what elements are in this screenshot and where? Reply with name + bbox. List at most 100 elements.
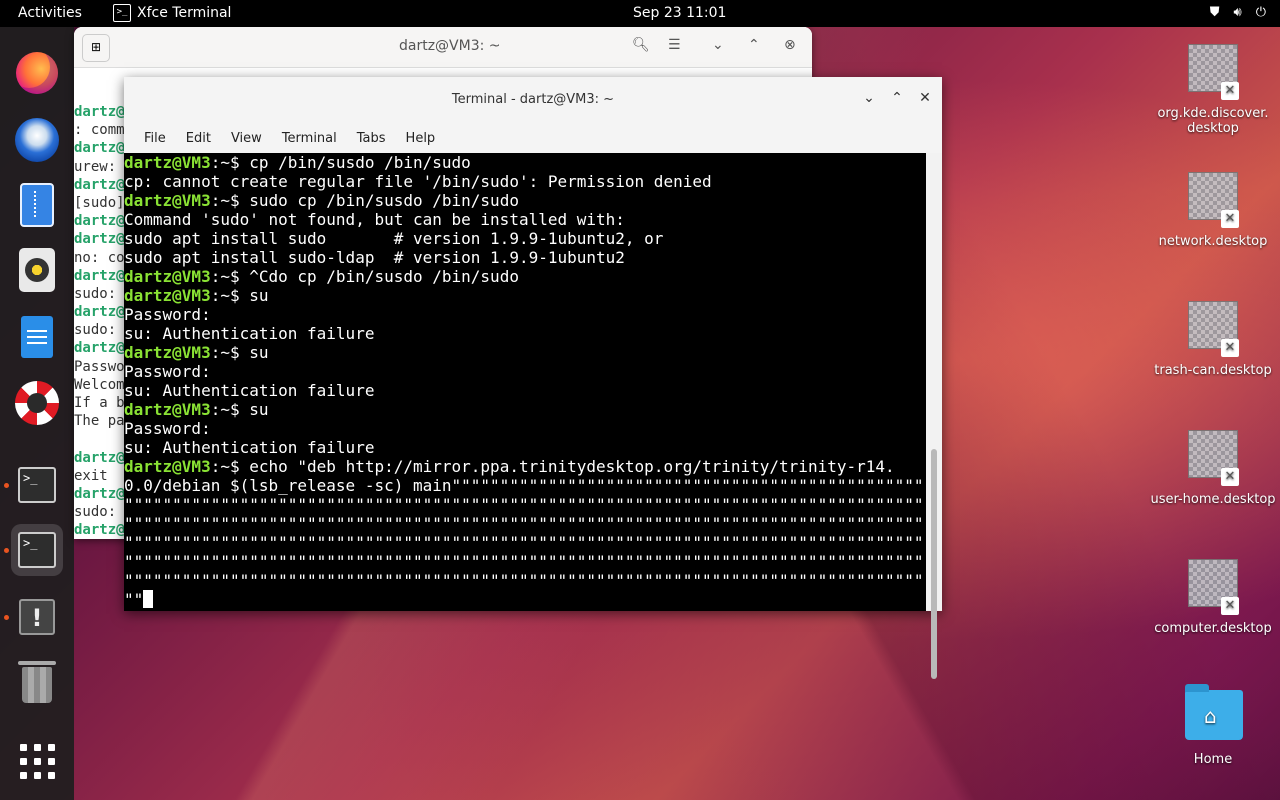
desktop-icon-computer[interactable]: ✕ computer.desktop	[1148, 555, 1278, 636]
terminal-line: cp: cannot create regular file '/bin/sud…	[124, 172, 926, 191]
desktop-icon-network[interactable]: ✕ network.desktop	[1148, 168, 1278, 249]
terminal-line: """"""""""""""""""""""""""""""""""""""""…	[124, 552, 926, 571]
prompt-user-host: dartz@	[74, 140, 125, 157]
menu-view[interactable]: View	[221, 131, 272, 146]
terminal-text: :~$ sudo cp /bin/susdo /bin/sudo	[210, 191, 519, 210]
scrollbar-thumb[interactable]	[931, 449, 937, 679]
desktop-icon-trash[interactable]: ✕ trash-can.desktop	[1148, 297, 1278, 378]
terminal-line: su: Authentication failure	[124, 324, 926, 343]
terminal-line: sudo apt install sudo-ldap # version 1.9…	[124, 248, 926, 267]
show-apps-button[interactable]	[11, 735, 63, 787]
terminal-text: su: Authentication failure	[124, 381, 375, 400]
dock-xfce-terminal[interactable]: >_	[11, 524, 63, 576]
new-tab-button[interactable]: ⊞	[82, 34, 110, 62]
scrollbar[interactable]	[926, 153, 942, 679]
system-tray[interactable]: ⛊ 🔊︎ ⏻	[1210, 5, 1266, 20]
activities-button[interactable]: Activities	[18, 5, 82, 21]
menu-edit[interactable]: Edit	[176, 131, 221, 146]
dock-terminal[interactable]: >_	[11, 459, 63, 511]
running-indicator	[4, 615, 9, 620]
terminal-line: ""	[124, 590, 926, 609]
dock-files[interactable]	[11, 179, 63, 231]
close-icon[interactable]: ⊗	[784, 37, 796, 53]
title-bar[interactable]: Terminal - dartz@VM3: ~ ⌄ ⌃ ✕	[124, 77, 942, 123]
dock-help[interactable]	[11, 377, 63, 429]
menu-tabs[interactable]: Tabs	[347, 131, 396, 146]
terminal-text: """"""""""""""""""""""""""""""""""""""""…	[124, 495, 926, 514]
terminal-text: ""	[124, 590, 144, 609]
maximize-button[interactable]: ⌃	[888, 90, 906, 106]
terminal-text: 0.0/debian $(lsb_release -sc) main""""""…	[124, 476, 926, 495]
desktop-icon-user-home[interactable]: ✕ user-home.desktop	[1148, 426, 1278, 507]
desktop-icon-home[interactable]: ⌂ Home	[1148, 684, 1278, 767]
terminal-text: su: Authentication failure	[124, 324, 375, 343]
minimize-button[interactable]: ⌄	[860, 90, 878, 106]
terminal-text: [sudo]	[74, 194, 125, 211]
header-bar: ⊞ dartz@VM3: ~ 🔍︎ ☰ ⌄ ⌃ ⊗	[74, 27, 812, 68]
prompt-user-host: dartz@	[74, 304, 125, 321]
prompt-user-host: dartz@VM3	[124, 286, 211, 305]
running-indicator	[4, 548, 9, 553]
untrusted-badge-icon: ✕	[1221, 597, 1239, 615]
search-icon[interactable]: 🔍︎	[632, 37, 650, 53]
prompt-user-host: dartz@	[74, 340, 125, 357]
xfce-terminal-window[interactable]: Terminal - dartz@VM3: ~ ⌄ ⌃ ✕ File Edit …	[124, 77, 942, 679]
volume-icon: 🔊︎	[1233, 5, 1242, 20]
top-bar: Activities >_ Xfce Terminal Sep 23 11:01…	[0, 0, 1280, 27]
terminal-line: su: Authentication failure	[124, 438, 926, 457]
terminal-line: Command 'sudo' not found, but can be ins…	[124, 210, 926, 229]
text-cursor	[143, 590, 154, 608]
terminal-text: If a b	[74, 395, 125, 411]
prompt-user-host: dartz@	[74, 231, 125, 248]
clock[interactable]: Sep 23 11:01	[633, 5, 726, 21]
terminal-text: """"""""""""""""""""""""""""""""""""""""…	[124, 552, 926, 571]
terminal-screen[interactable]: dartz@VM3:~$ cp /bin/susdo /bin/sudo cp: …	[124, 153, 926, 611]
dock-thunderbird[interactable]	[11, 114, 63, 166]
terminal-text: """"""""""""""""""""""""""""""""""""""""…	[124, 571, 926, 590]
terminal-line: """"""""""""""""""""""""""""""""""""""""…	[124, 514, 926, 533]
terminal-line: """"""""""""""""""""""""""""""""""""""""…	[124, 495, 926, 514]
terminal-line: Password:	[124, 362, 926, 381]
terminal-text: : comm	[74, 122, 125, 139]
menu-file[interactable]: File	[134, 131, 176, 146]
desktop-icon-label: computer.desktop	[1154, 621, 1272, 636]
writer-icon	[21, 316, 53, 358]
menu-terminal[interactable]: Terminal	[272, 131, 347, 146]
dock-rhythmbox[interactable]	[11, 244, 63, 296]
desktop-icon-discover[interactable]: ✕ org.kde.discover. desktop	[1148, 40, 1278, 136]
dock-firefox[interactable]	[11, 47, 63, 99]
chevron-up-icon[interactable]: ⌃	[748, 37, 760, 53]
terminal-text: :~$ ^Cdo cp /bin/susdo /bin/sudo	[210, 267, 519, 286]
terminal-text: Passwo	[74, 358, 125, 375]
terminal-text: Welcom	[74, 376, 125, 393]
terminal-text: cp: cannot create regular file '/bin/sud…	[124, 172, 712, 191]
window-title: dartz@VM3: ~	[399, 38, 501, 54]
dock-trash[interactable]	[11, 659, 63, 711]
terminal-text: exit	[74, 467, 108, 484]
terminal-line: sudo apt install sudo # version 1.9.9-1u…	[124, 229, 926, 248]
prompt-user-host: dartz@VM3	[124, 191, 211, 210]
desktop-icon-label: trash-can.desktop	[1154, 363, 1272, 378]
terminal-line: dartz@VM3:~$ echo "deb http://mirror.ppa…	[124, 457, 926, 476]
chevron-down-icon[interactable]: ⌄	[712, 37, 724, 53]
terminal-text: The pa	[74, 413, 125, 430]
desktop-icon-label: network.desktop	[1158, 234, 1268, 249]
power-icon: ⏻	[1255, 5, 1266, 20]
menu-help[interactable]: Help	[396, 131, 446, 146]
dock-warning[interactable]: !	[11, 591, 63, 643]
menu-icon[interactable]: ☰	[668, 37, 681, 53]
untrusted-badge-icon: ✕	[1221, 468, 1239, 486]
prompt-user-host: dartz@	[74, 104, 125, 120]
terminal-text: sudo apt install sudo # version 1.9.9-1u…	[124, 229, 664, 248]
prompt-user-host: dartz@VM3	[124, 457, 211, 476]
files-icon	[20, 183, 54, 227]
close-button[interactable]: ✕	[916, 90, 934, 106]
dock-writer[interactable]	[11, 311, 63, 363]
prompt-user-host: dartz@	[74, 176, 125, 193]
terminal-text: Password:	[124, 362, 211, 381]
app-menu[interactable]: >_ Xfce Terminal	[113, 4, 231, 22]
terminal-text: sudo:	[74, 285, 125, 302]
warning-icon: !	[19, 599, 55, 635]
terminal-line: dartz@VM3:~$ sudo cp /bin/susdo /bin/sud…	[124, 191, 926, 210]
thunderbird-icon	[15, 118, 59, 162]
